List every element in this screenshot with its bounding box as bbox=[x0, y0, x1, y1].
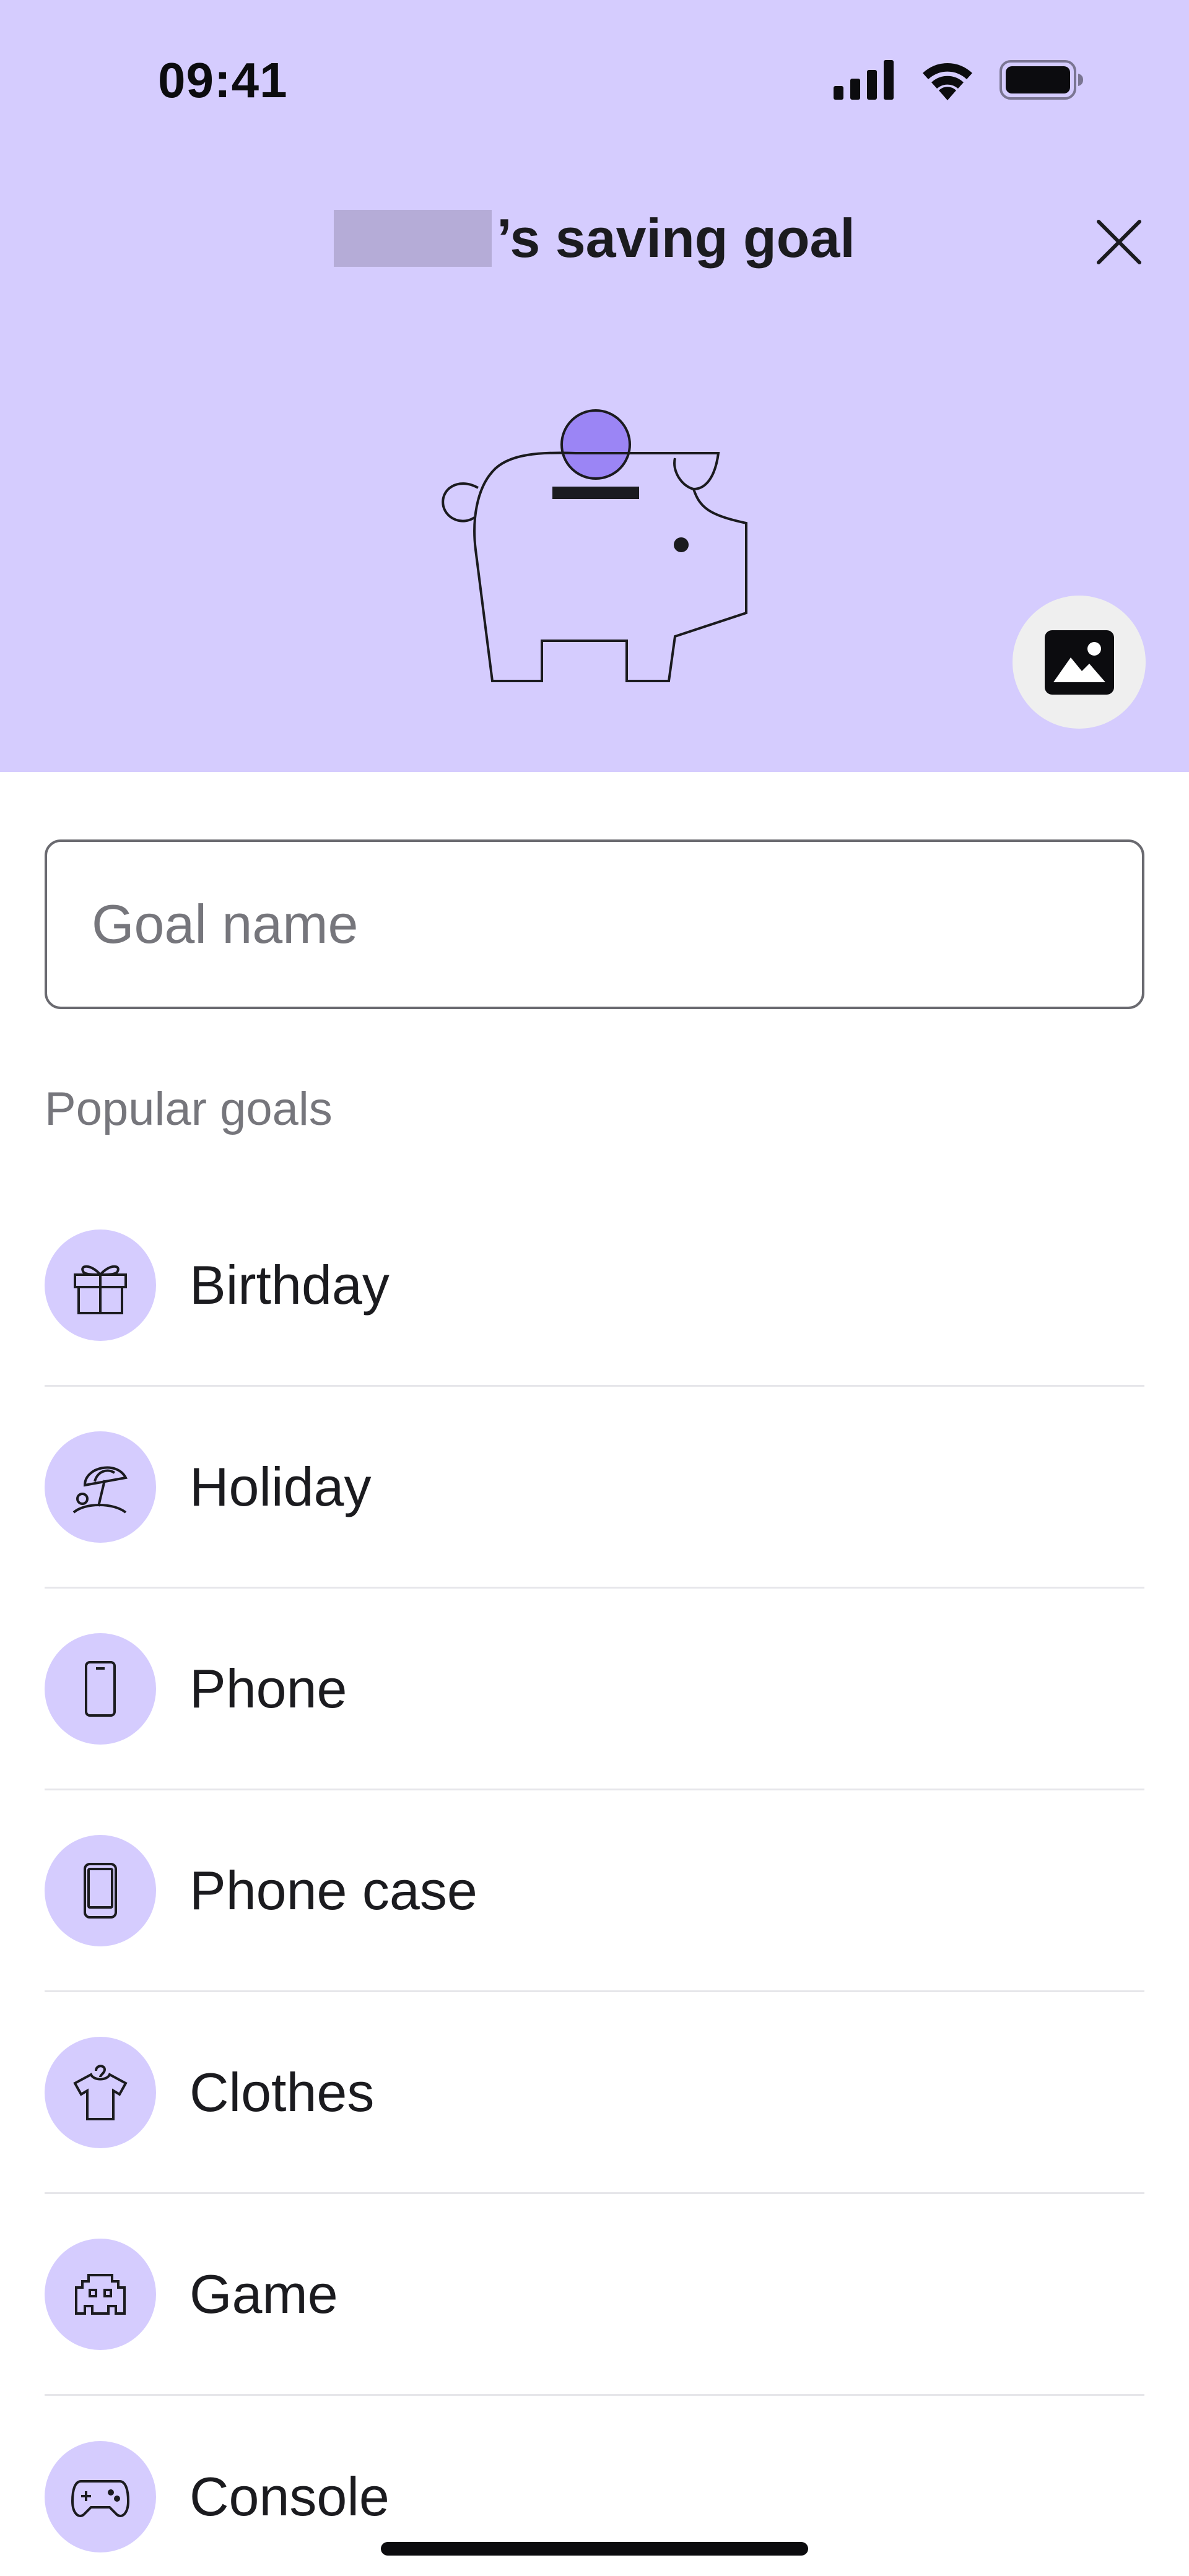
beach-umbrella-icon bbox=[45, 1431, 156, 1543]
image-icon bbox=[1044, 630, 1114, 695]
header: 09:41 ’s saving goal bbox=[0, 0, 1189, 772]
status-time: 09:41 bbox=[158, 53, 288, 108]
goal-name-field[interactable] bbox=[45, 839, 1144, 1009]
signal-icon bbox=[834, 60, 894, 100]
photo-button[interactable] bbox=[1013, 596, 1146, 729]
space-invader-icon bbox=[45, 2238, 156, 2350]
popular-goals-heading: Popular goals bbox=[45, 1083, 333, 1135]
goal-label: Console bbox=[189, 2466, 390, 2527]
page-title-text: ’s saving goal bbox=[497, 207, 855, 269]
goal-item-holiday[interactable]: Holiday bbox=[45, 1387, 1144, 1589]
goal-label: Holiday bbox=[189, 1455, 372, 1517]
goal-item-game[interactable]: Game bbox=[45, 2194, 1144, 2396]
gift-icon bbox=[45, 1229, 156, 1341]
goal-item-phone-case[interactable]: Phone case bbox=[45, 1790, 1144, 1992]
phone-case-icon bbox=[45, 1834, 156, 1946]
goal-label: Birthday bbox=[189, 1254, 390, 1316]
home-indicator[interactable] bbox=[381, 2542, 808, 2556]
goal-label: Phone bbox=[189, 1657, 347, 1719]
goal-item-phone[interactable]: Phone bbox=[45, 1589, 1144, 1790]
status-bar: 09:41 bbox=[0, 0, 1189, 161]
tshirt-icon bbox=[45, 2036, 156, 2148]
title-row: ’s saving goal bbox=[0, 198, 1189, 279]
goal-label: Phone case bbox=[189, 1859, 477, 1921]
page-title: ’s saving goal bbox=[0, 198, 1189, 279]
goal-label: Clothes bbox=[189, 2061, 375, 2123]
goal-item-birthday[interactable]: Birthday bbox=[45, 1185, 1144, 1387]
battery-icon bbox=[1000, 60, 1083, 100]
goal-label: Game bbox=[189, 2263, 338, 2325]
wifi-icon bbox=[923, 63, 972, 100]
phone-icon bbox=[45, 1633, 156, 1745]
gamepad-icon bbox=[45, 2441, 156, 2552]
piggy-bank-illustration bbox=[442, 409, 747, 682]
status-icons bbox=[834, 59, 1084, 100]
popular-goals-list: Birthday Holiday Phone Phone case Clothe… bbox=[45, 1185, 1144, 2576]
goal-item-clothes[interactable]: Clothes bbox=[45, 1992, 1144, 2194]
redacted-name bbox=[334, 210, 492, 267]
goal-name-input[interactable] bbox=[47, 842, 1142, 1007]
close-icon[interactable] bbox=[1092, 215, 1146, 269]
